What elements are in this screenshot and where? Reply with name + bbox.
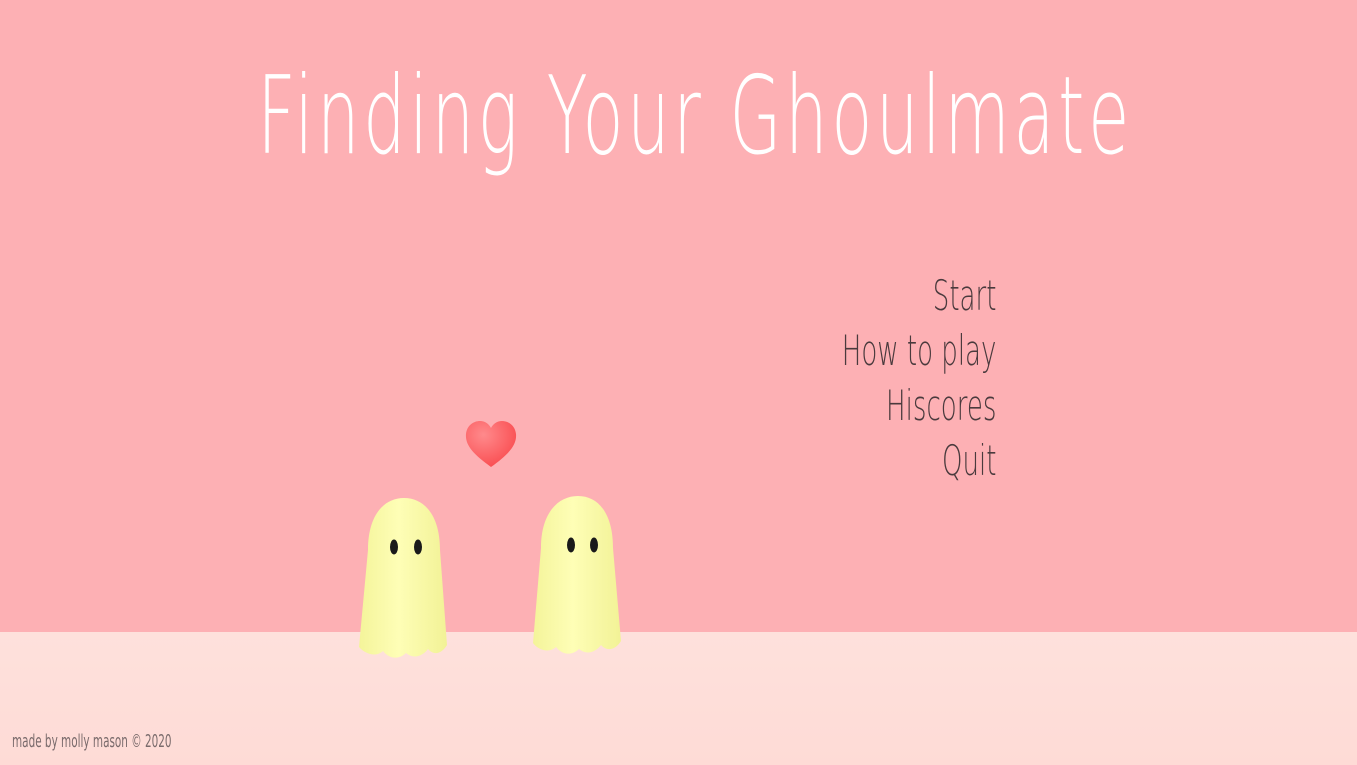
menu-item-hiscores[interactable]: Hiscores — [841, 378, 996, 433]
game-title: Finding Your Ghoulmate — [257, 54, 1134, 179]
ghost-icon — [533, 496, 621, 654]
main-menu: Start How to play Hiscores Quit — [841, 268, 996, 488]
game-scene: Finding Your Ghoulmate Start How to play… — [0, 0, 1357, 765]
floor — [0, 632, 1357, 765]
menu-item-how-to-play[interactable]: How to play — [841, 323, 996, 378]
ghost-icon — [359, 498, 447, 658]
credit-text: made by molly mason © 2020 — [12, 731, 172, 752]
menu-item-start[interactable]: Start — [841, 268, 996, 323]
menu-item-quit[interactable]: Quit — [841, 433, 996, 488]
heart-icon — [465, 421, 517, 467]
